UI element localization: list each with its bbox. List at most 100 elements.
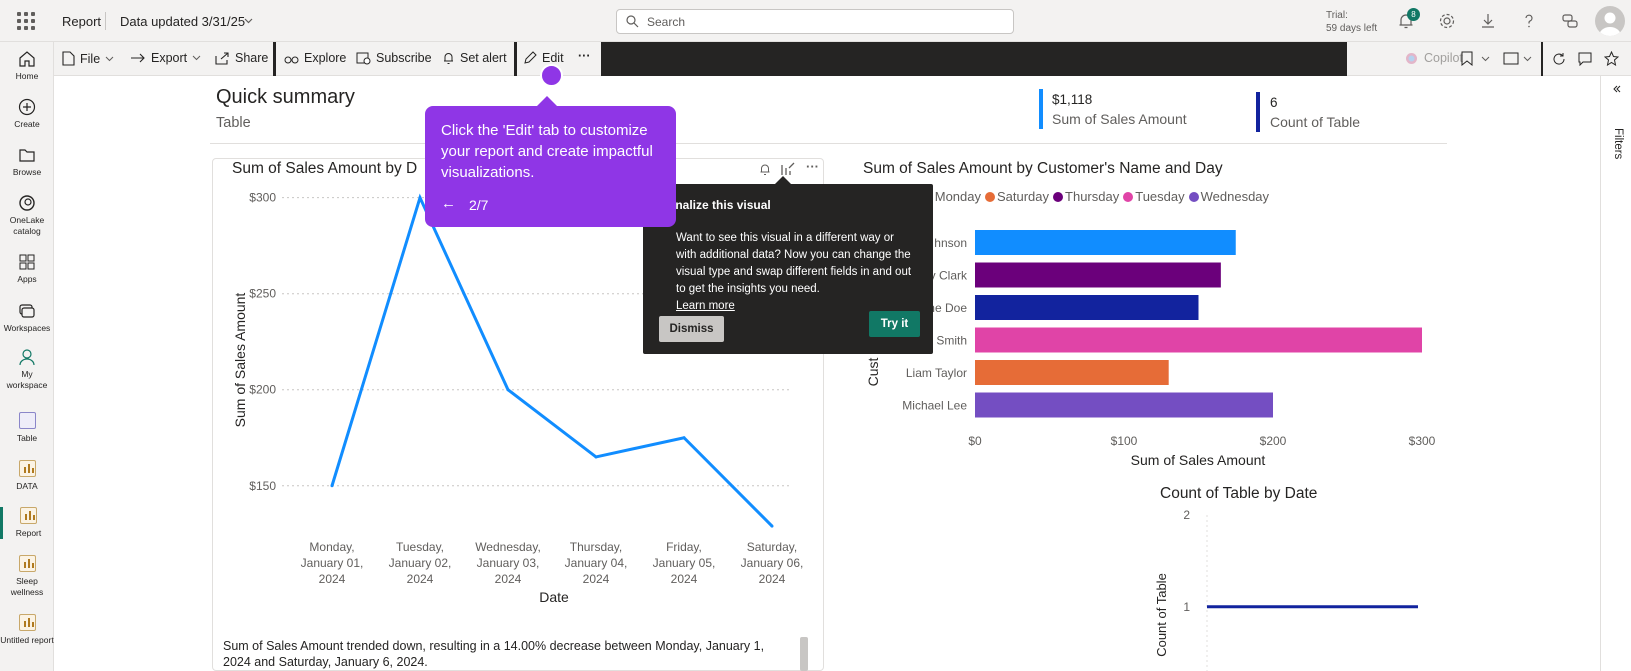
bookmark-icon[interactable] bbox=[1461, 51, 1473, 66]
comment-icon[interactable] bbox=[1578, 52, 1592, 66]
y-axis-title: Sum of Sales Amount bbox=[232, 293, 248, 428]
scrollbar[interactable] bbox=[800, 637, 808, 671]
bar-chart-title: Sum of Sales Amount by Customer's Name a… bbox=[863, 160, 1223, 177]
y-tick-label: 2 bbox=[1183, 508, 1190, 522]
subscribe-button[interactable]: Subscribe bbox=[356, 51, 432, 65]
workspaces-icon bbox=[19, 304, 35, 318]
x-tick-label: $300 bbox=[1409, 434, 1436, 448]
set-alert-label: Set alert bbox=[460, 51, 507, 65]
help-icon[interactable] bbox=[1519, 11, 1539, 31]
nav-label: DATA bbox=[16, 481, 38, 491]
x-tick-label: 2024 bbox=[495, 572, 522, 586]
y-tick-label: 1 bbox=[1183, 600, 1190, 614]
legend-item[interactable]: Saturday bbox=[984, 189, 1049, 204]
x-tick-label: $100 bbox=[1111, 434, 1138, 448]
bar-chart: hnson y Clark ne Doe Smith Liam Taylor Michae… bbox=[865, 230, 1436, 468]
share-button[interactable]: Share bbox=[215, 51, 268, 65]
x-tick-label: Saturday, bbox=[747, 540, 797, 554]
notification-badge: 8 bbox=[1407, 8, 1420, 21]
x-tick-label: January 03, bbox=[477, 556, 540, 570]
file-menu[interactable]: File bbox=[62, 51, 114, 66]
nav-label: Home bbox=[15, 71, 39, 81]
x-tick-label: 2024 bbox=[319, 572, 346, 586]
refresh-icon[interactable] bbox=[1552, 52, 1566, 66]
try-it-button[interactable]: Try it bbox=[869, 311, 920, 337]
more-options-button[interactable]: ··· bbox=[578, 49, 591, 63]
nav-item-data[interactable]: DATA bbox=[0, 460, 54, 492]
view-icon[interactable] bbox=[1503, 52, 1519, 65]
bar bbox=[975, 262, 1221, 288]
legend-item[interactable]: Tuesday bbox=[1123, 189, 1185, 204]
trial-status[interactable]: Trial: 59 days left bbox=[1326, 9, 1377, 35]
export-icon bbox=[131, 53, 145, 63]
y-tick-label: $200 bbox=[249, 383, 276, 397]
app-launcher-icon[interactable] bbox=[17, 12, 35, 30]
more-options-icon[interactable]: ··· bbox=[806, 159, 819, 174]
set-alert-button[interactable]: Set alert bbox=[442, 51, 507, 65]
nav-label: Workspaces bbox=[3, 323, 51, 333]
edit-button[interactable]: Edit bbox=[523, 51, 564, 65]
nav-item-my-workspace[interactable]: My workspace bbox=[0, 348, 54, 391]
nav-item-onelake-catalog[interactable]: OneLake catalog bbox=[0, 194, 54, 237]
bar bbox=[975, 360, 1169, 385]
data-point bbox=[594, 455, 598, 459]
back-arrow-button[interactable]: ← bbox=[441, 195, 456, 212]
legend-item[interactable]: Wednesday bbox=[1188, 189, 1269, 204]
nav-label: OneLake catalog bbox=[9, 215, 45, 236]
x-axis-title: Sum of Sales Amount bbox=[1131, 452, 1266, 468]
legend-item[interactable]: Thursday bbox=[1053, 189, 1119, 204]
search-input[interactable]: Search bbox=[616, 9, 1014, 34]
nav-item-home[interactable]: Home bbox=[0, 50, 54, 82]
gear-icon[interactable] bbox=[1437, 11, 1457, 31]
x-axis-title: Date bbox=[539, 589, 569, 605]
chevron-down-icon[interactable] bbox=[1481, 56, 1490, 62]
nav-item-table[interactable]: Table bbox=[0, 412, 54, 444]
legend-dot bbox=[1123, 191, 1134, 202]
star-icon[interactable] bbox=[1604, 51, 1619, 66]
dismiss-button[interactable]: Dismiss bbox=[659, 316, 724, 342]
x-tick-label: Thursday, bbox=[570, 540, 622, 554]
copilot-button[interactable]: Copilot bbox=[1405, 51, 1463, 65]
data-point bbox=[682, 436, 686, 440]
nav-item-workspaces[interactable]: Workspaces bbox=[0, 302, 54, 334]
filters-label[interactable]: Filters bbox=[1612, 128, 1624, 159]
export-label: Export bbox=[151, 51, 188, 65]
search-placeholder: Search bbox=[647, 15, 686, 29]
personalize-visual-icon[interactable] bbox=[781, 162, 795, 176]
guide-text: Click the 'Edit' tab to customize your r… bbox=[441, 122, 653, 181]
bell-icon bbox=[444, 53, 453, 64]
kpi-color-bar bbox=[1256, 92, 1260, 132]
kpi-value: 6 bbox=[1270, 95, 1278, 110]
report-icon bbox=[18, 614, 36, 631]
guide-hotspot[interactable] bbox=[540, 64, 563, 87]
chevron-left-icon[interactable] bbox=[1613, 85, 1621, 93]
nav-item-create[interactable]: Create bbox=[0, 98, 54, 130]
subscribe-label: Subscribe bbox=[376, 51, 432, 65]
y-tick-label: $300 bbox=[249, 191, 276, 205]
report-icon bbox=[20, 507, 37, 524]
nav-item-apps[interactable]: Apps bbox=[0, 253, 54, 285]
avatar[interactable] bbox=[1595, 6, 1625, 36]
count-chart: 1 2 Count of Table bbox=[1154, 508, 1418, 671]
bar bbox=[975, 230, 1236, 255]
popup-caret bbox=[775, 176, 791, 184]
nav-item-untitled-report[interactable]: Untitled report bbox=[0, 614, 54, 646]
data-updated-dropdown[interactable]: Data updated 3/31/25 bbox=[120, 14, 245, 29]
legend-label: Thursday bbox=[1065, 189, 1120, 204]
filters-pane-collapsed[interactable] bbox=[1600, 76, 1631, 671]
divider bbox=[273, 42, 276, 76]
share-feedback-icon[interactable] bbox=[1560, 11, 1580, 31]
file-label: File bbox=[80, 51, 101, 66]
nav-item-browse[interactable]: Browse bbox=[0, 146, 54, 178]
download-icon[interactable] bbox=[1478, 11, 1498, 31]
explore-button[interactable]: Explore bbox=[284, 51, 346, 65]
nav-item-report[interactable]: Report bbox=[0, 507, 54, 539]
copilot-icon bbox=[1406, 52, 1417, 64]
x-tick-label: 2024 bbox=[671, 572, 698, 586]
export-menu[interactable]: Export bbox=[130, 51, 201, 65]
data-point bbox=[770, 524, 774, 528]
nav-item-sleep-wellness[interactable]: Sleep wellness bbox=[0, 555, 54, 598]
chevron-down-icon[interactable] bbox=[244, 18, 253, 24]
learn-more-link[interactable]: Learn more bbox=[676, 300, 735, 312]
chevron-down-icon[interactable] bbox=[1523, 56, 1532, 62]
